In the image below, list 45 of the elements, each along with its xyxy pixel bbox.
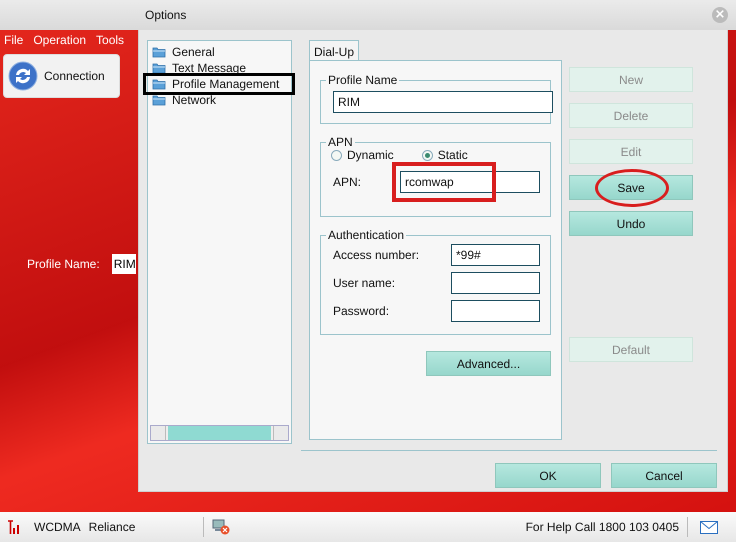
input-field[interactable]: *99# (451, 244, 540, 266)
field-label: User name: (332, 276, 396, 290)
menu-item[interactable]: Operation (33, 33, 86, 47)
tab[interactable]: Dial-Up (309, 40, 360, 60)
radio-button[interactable] (331, 150, 342, 160)
tree-item[interactable]: Profile Management (146, 76, 292, 92)
folder-icon (152, 46, 166, 58)
computer-error-icon (212, 519, 230, 535)
group-title: Authentication (327, 228, 406, 242)
radio-button[interactable] (422, 150, 433, 160)
action-button[interactable]: Save (569, 175, 693, 200)
menu-item[interactable]: File (4, 33, 24, 47)
operator-name: Reliance (88, 520, 136, 534)
field-label: Profile Name: (27, 257, 100, 271)
group-title: APN (327, 135, 354, 149)
folder-icon (152, 78, 166, 90)
connection-button[interactable]: Connection (3, 54, 120, 98)
help-text: For Help Call 1800 103 0405 (526, 520, 679, 534)
action-button[interactable]: Undo (569, 211, 693, 236)
field-label: APN: (332, 175, 362, 189)
field-label: Access number: (332, 248, 420, 262)
folder-icon (152, 62, 166, 74)
window-title: Options (145, 8, 186, 22)
input-field[interactable] (451, 300, 540, 322)
profile-name-field[interactable]: RIM (112, 254, 136, 274)
field-label: Password: (332, 304, 390, 318)
tree-item[interactable]: Network (152, 92, 222, 108)
dialog-button[interactable]: Cancel (611, 463, 717, 488)
tree-item[interactable]: General (152, 44, 221, 60)
refresh-icon (8, 61, 38, 91)
advanced-button[interactable]: Advanced... (426, 351, 551, 376)
menu-item[interactable]: Tools (96, 33, 124, 47)
apn-field[interactable]: rcomwap (400, 171, 540, 193)
signal-icon (8, 520, 20, 534)
input-field[interactable] (451, 272, 540, 294)
radio-label: Static (438, 148, 468, 162)
envelope-icon[interactable] (700, 520, 718, 534)
tree-item[interactable]: Text Message (152, 60, 252, 76)
dialog-button[interactable]: OK (495, 463, 601, 488)
horizontal-scrollbar[interactable] (150, 425, 289, 441)
network-type: WCDMA (34, 520, 81, 534)
profile-name-field[interactable]: RIM (333, 91, 553, 113)
group-title: Profile Name (327, 73, 398, 87)
radio-label: Dynamic (347, 148, 394, 162)
folder-icon (152, 94, 166, 106)
